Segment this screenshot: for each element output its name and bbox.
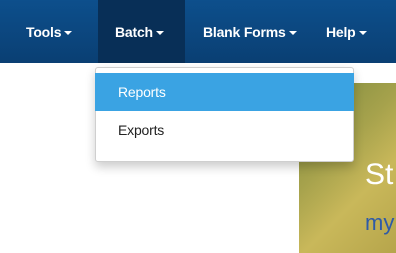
hero-link[interactable]: my [365, 210, 394, 236]
caret-down-icon [64, 30, 73, 35]
nav-menu-tools[interactable]: Tools [0, 0, 98, 63]
top-navbar: Tools Batch Blank Forms Help [0, 0, 396, 63]
nav-menu-blank-forms-label: Blank Forms [203, 23, 286, 40]
caret-down-icon [288, 30, 297, 35]
page: St my Tools Batch Blank Forms Help Repor… [0, 0, 396, 253]
nav-menu-tools-label: Tools [26, 23, 62, 40]
menu-item-exports[interactable]: Exports [96, 111, 353, 149]
nav-menu-help-label: Help [326, 23, 356, 40]
caret-down-icon [155, 30, 164, 35]
caret-down-icon [358, 30, 367, 35]
nav-menu-blank-forms[interactable]: Blank Forms [185, 0, 326, 63]
hero-heading: St [365, 158, 394, 191]
menu-item-exports-label: Exports [118, 122, 165, 138]
nav-menu-batch-label: Batch [115, 23, 153, 40]
menu-item-reports[interactable]: Reports [95, 73, 354, 111]
nav-menu-batch[interactable]: Batch [98, 0, 185, 63]
batch-dropdown-menu: Reports Exports [95, 67, 354, 162]
nav-menu-help[interactable]: Help [326, 0, 396, 63]
menu-item-reports-label: Reports [118, 84, 166, 100]
